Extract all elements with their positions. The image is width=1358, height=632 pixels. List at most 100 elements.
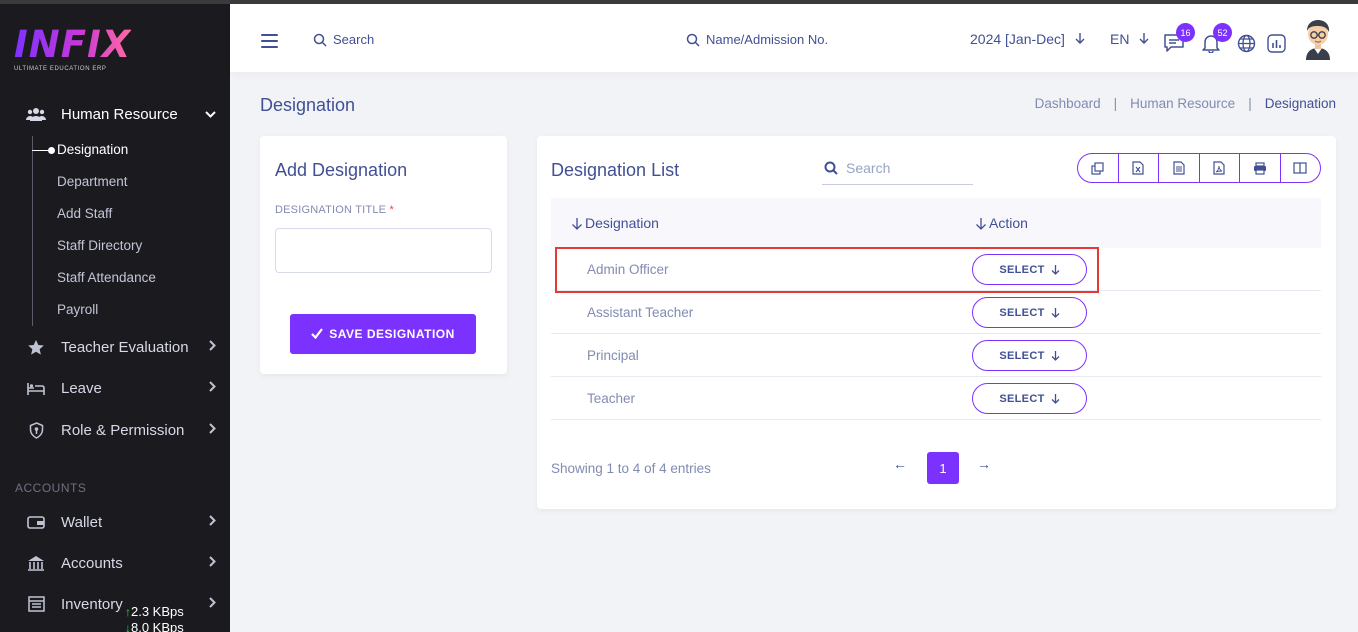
copy-button[interactable]: [1078, 154, 1119, 182]
sidebar-subitem-add-staff[interactable]: Add Staff: [57, 206, 112, 221]
chevron-right-icon: [209, 340, 216, 354]
top-border: [0, 0, 1358, 4]
breadcrumb-human-resource[interactable]: Human Resource: [1130, 96, 1235, 111]
add-designation-title: Add Designation: [275, 160, 408, 180]
file-text-icon: [1173, 161, 1185, 175]
top-header: Search Name/Admission No. 2024 [Jan-Dec]…: [230, 4, 1358, 72]
bed-icon: [26, 379, 46, 397]
sidebar-item-label: Wallet: [61, 513, 103, 531]
sidebar-item-label: Leave: [61, 379, 102, 397]
breadcrumb-dashboard[interactable]: Dashboard: [1035, 96, 1101, 111]
column-visibility-button[interactable]: [1281, 154, 1321, 182]
header-search[interactable]: Search: [313, 32, 374, 47]
sidebar-item-label: Human Resource: [61, 105, 178, 123]
sidebar-item-label: Accounts: [61, 554, 123, 572]
columns-icon: [1293, 162, 1307, 174]
csv-button[interactable]: [1159, 154, 1200, 182]
field-label-text: DESIGNATION TITLE: [275, 204, 387, 216]
logo[interactable]: INFIX ULTIMATE EDUCATION ERP: [14, 26, 131, 73]
sidebar-subitem-designation[interactable]: Designation: [57, 142, 128, 157]
select-button[interactable]: SELECT: [972, 297, 1087, 328]
sidebar-item-accounts[interactable]: Accounts: [26, 554, 216, 572]
sidebar-item-inventory[interactable]: Inventory: [26, 595, 216, 613]
search-icon: [686, 33, 700, 47]
language-selector[interactable]: EN: [1110, 31, 1149, 47]
check-icon: [311, 327, 324, 342]
sidebar-item-role-permission[interactable]: Role & Permission: [26, 421, 216, 439]
sidebar-item-wallet[interactable]: Wallet: [26, 513, 216, 531]
arrow-down-icon: [1051, 265, 1060, 275]
messages-button[interactable]: 16: [1163, 23, 1195, 54]
reports-button[interactable]: [1265, 32, 1287, 54]
excel-icon: [1132, 161, 1144, 175]
network-speed-overlay: ↑2.3 KBps ↓8.0 KBps: [125, 604, 184, 632]
pdf-button[interactable]: [1200, 154, 1240, 182]
sidebar-item-human-resource[interactable]: Human Resource: [26, 105, 216, 123]
pagination-prev-button[interactable]: ←: [893, 456, 907, 472]
sidebar-subitem-payroll[interactable]: Payroll: [57, 302, 98, 317]
sidebar: INFIX ULTIMATE EDUCATION ERP Human Resou…: [0, 0, 230, 632]
designation-name: Admin Officer: [587, 262, 669, 277]
sidebar-item-leave[interactable]: Leave: [26, 379, 216, 397]
select-button[interactable]: SELECT: [972, 254, 1087, 285]
academic-year-selector[interactable]: 2024 [Jan-Dec]: [970, 31, 1085, 47]
bank-icon: [26, 554, 46, 572]
arrow-down-icon: [1139, 33, 1149, 44]
designation-list-card: Designation List Search Designation Acti…: [537, 136, 1336, 509]
chevron-right-icon: [209, 381, 216, 395]
table-header: Designation Action: [551, 198, 1321, 248]
save-designation-button[interactable]: SAVE DESIGNATION: [290, 314, 476, 354]
print-button[interactable]: [1240, 154, 1281, 182]
designation-name: Teacher: [587, 391, 636, 406]
designation-title-label: DESIGNATION TITLE *: [275, 204, 394, 216]
sidebar-subitem-department[interactable]: Department: [57, 174, 128, 189]
arrow-down-icon: [1075, 33, 1085, 44]
upload-speed: 2.3 KBps: [131, 604, 184, 619]
website-button[interactable]: [1235, 32, 1257, 54]
column-header-label: Designation: [585, 215, 659, 231]
menu-toggle-icon[interactable]: [261, 34, 278, 52]
select-button-label: SELECT: [999, 392, 1045, 405]
sidebar-subitem-staff-directory[interactable]: Staff Directory: [57, 238, 142, 253]
sidebar-item-label: Teacher Evaluation: [61, 338, 189, 356]
table-row: Teacher SELECT: [551, 377, 1321, 420]
download-speed: 8.0 KBps: [131, 620, 184, 632]
notifications-button[interactable]: 52: [1200, 23, 1232, 54]
sidebar-item-teacher-evaluation[interactable]: Teacher Evaluation: [26, 338, 216, 356]
select-button[interactable]: SELECT: [972, 340, 1087, 371]
pagination-page-1[interactable]: 1: [927, 452, 959, 484]
student-search[interactable]: Name/Admission No.: [686, 32, 828, 47]
language-value: EN: [1110, 31, 1130, 47]
search-icon: [824, 161, 838, 175]
user-avatar[interactable]: [1302, 18, 1334, 60]
column-header-designation[interactable]: Designation: [571, 215, 659, 231]
designation-list-title: Designation List: [551, 160, 680, 180]
logo-subtitle: ULTIMATE EDUCATION ERP: [14, 66, 107, 72]
list-search-input[interactable]: Search: [822, 152, 973, 185]
column-header-action[interactable]: Action: [975, 215, 1028, 231]
sidebar-subitem-staff-attendance[interactable]: Staff Attendance: [57, 270, 156, 285]
table-row: Principal SELECT: [551, 334, 1321, 377]
export-toolbar: [1077, 153, 1321, 183]
excel-button[interactable]: [1119, 154, 1159, 182]
sort-arrow-icon: [572, 217, 582, 230]
users-icon: [26, 105, 46, 123]
pagination-next-button[interactable]: →: [977, 456, 991, 472]
active-indicator: [32, 147, 55, 154]
breadcrumb-separator: |: [1248, 96, 1252, 111]
select-button-label: SELECT: [999, 349, 1045, 362]
notifications-badge: 52: [1213, 23, 1232, 42]
page-title: Designation: [260, 95, 356, 115]
chevron-right-icon: [209, 597, 216, 611]
pdf-icon: [1213, 161, 1225, 175]
entries-info: Showing 1 to 4 of 4 entries: [551, 461, 711, 476]
designation-title-input[interactable]: [275, 228, 492, 273]
table-row: Assistant Teacher SELECT: [551, 291, 1321, 334]
required-mark: *: [389, 204, 394, 216]
student-search-label: Name/Admission No.: [706, 32, 829, 47]
submenu-line: [32, 136, 33, 326]
chevron-right-icon: [209, 556, 216, 570]
select-button[interactable]: SELECT: [972, 383, 1087, 414]
arrow-down-icon: [1051, 308, 1060, 318]
inventory-icon: [26, 595, 46, 613]
